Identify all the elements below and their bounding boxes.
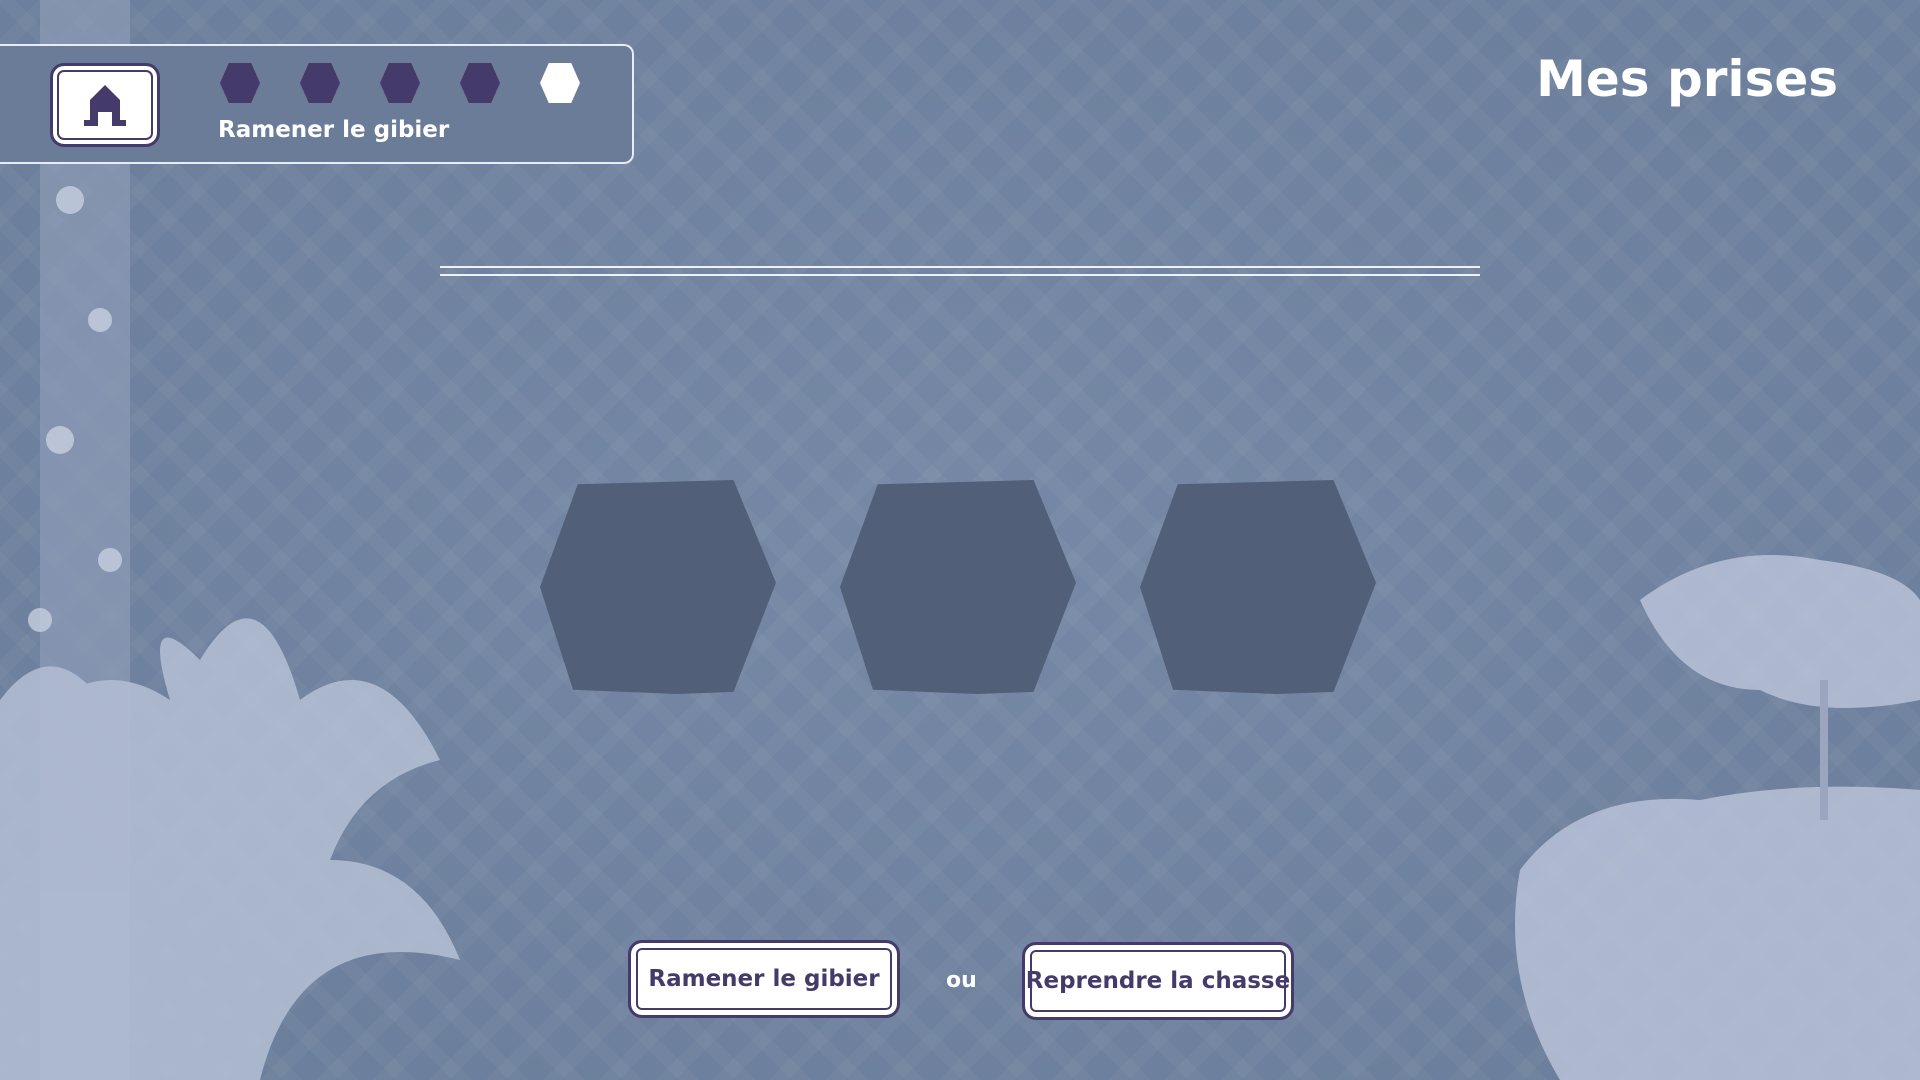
current-step-label: Ramener le gibier xyxy=(218,117,450,143)
bring-back-game-button[interactable]: Ramener le gibier xyxy=(628,940,900,1018)
catch-slot-1 xyxy=(540,480,776,694)
home-button[interactable] xyxy=(50,63,160,147)
house-icon xyxy=(84,85,126,126)
divider xyxy=(440,266,1480,276)
jungle-foliage-right xyxy=(1515,555,1920,1080)
or-label: ou xyxy=(946,968,977,993)
resume-hunt-button[interactable]: Reprendre la chasse xyxy=(1022,942,1294,1020)
catch-slot-2 xyxy=(840,480,1076,694)
resume-hunt-label: Reprendre la chasse xyxy=(1025,968,1291,994)
catch-slot-3 xyxy=(1140,480,1376,694)
bring-back-game-label: Ramener le gibier xyxy=(648,966,880,992)
page-title: Mes prises xyxy=(1536,50,1838,108)
